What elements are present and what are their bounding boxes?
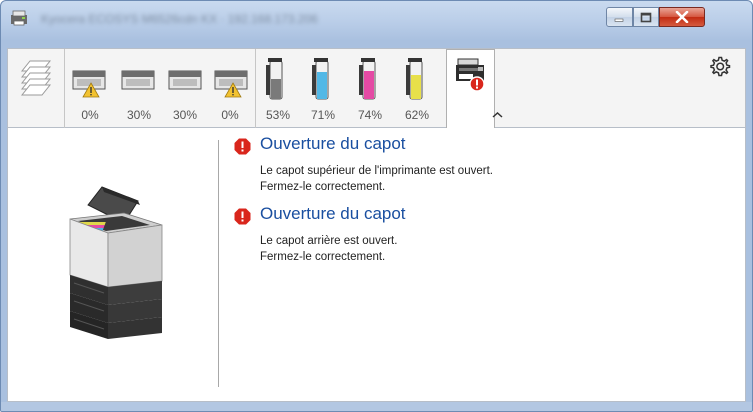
status-monitor-window: Kyocera ECOSYS M6526cdn KX · 192.168.173… (0, 0, 753, 412)
minimize-icon (607, 8, 632, 26)
maximize-icon (634, 8, 658, 26)
tray-3-level: 30% (172, 108, 198, 122)
close-icon (660, 8, 704, 26)
title-bar[interactable]: Kyocera ECOSYS M6526cdn KX · 192.168.173… (1, 1, 752, 35)
close-button[interactable] (659, 7, 705, 27)
tab-trays[interactable]: 0% 30% 30% 0% (65, 49, 255, 129)
message-text: Le capot arrière est ouvert. (260, 235, 398, 247)
error-icon (234, 138, 251, 155)
device-error-icon (456, 58, 485, 92)
gear-icon[interactable] (708, 55, 732, 79)
maximize-button[interactable] (633, 7, 659, 27)
message-text: Fermez-le correctement. (260, 181, 386, 193)
toner-magenta-level: 74% (357, 108, 383, 122)
chevron-up-icon[interactable] (492, 111, 503, 122)
tray-2-level: 30% (126, 108, 152, 122)
toner-yellow-cartridge (406, 58, 423, 100)
tray-1-level: 0% (81, 108, 99, 122)
message-title: Ouverture du capot (260, 204, 406, 223)
toner-yellow-level: 62% (404, 108, 430, 122)
paper-tray-icon (72, 70, 248, 98)
printer-app-icon (11, 10, 27, 26)
toner-fill (364, 71, 374, 99)
panel-divider (218, 140, 219, 387)
toner-magenta-cartridge (359, 58, 376, 100)
status-details-panel: Ouverture du capot Le capot supérieur de… (7, 128, 746, 402)
tab-paper[interactable] (8, 49, 64, 129)
toner-cyan-cartridge (312, 58, 329, 100)
toner-black-cartridge (266, 58, 283, 100)
window-bottom-border (1, 402, 752, 411)
toner-fill (271, 79, 281, 99)
printer-illustration (69, 186, 163, 339)
window-title: Kyocera ECOSYS M6526cdn KX · 192.168.173… (41, 12, 318, 26)
tab-toner[interactable]: 53% 71% 74% 62% (256, 49, 445, 129)
error-icon (234, 208, 251, 225)
toner-cartridge-icon (266, 58, 423, 100)
minimize-button[interactable] (606, 7, 633, 27)
message-text: Le capot supérieur de l'imprimante est o… (260, 165, 493, 177)
tab-device[interactable] (446, 49, 495, 130)
tray-4-level: 0% (221, 108, 239, 122)
toner-fill (317, 72, 327, 99)
message-title: Ouverture du capot (260, 134, 406, 153)
toner-black-level: 53% (265, 108, 291, 122)
toner-fill (411, 75, 421, 99)
message-text: Fermez-le correctement. (260, 251, 386, 263)
paper-stack-icon (20, 60, 52, 96)
toner-cyan-level: 71% (310, 108, 336, 122)
status-toolbar: 0% 30% 30% 0% 53% 71% 74% 62% (7, 48, 746, 130)
